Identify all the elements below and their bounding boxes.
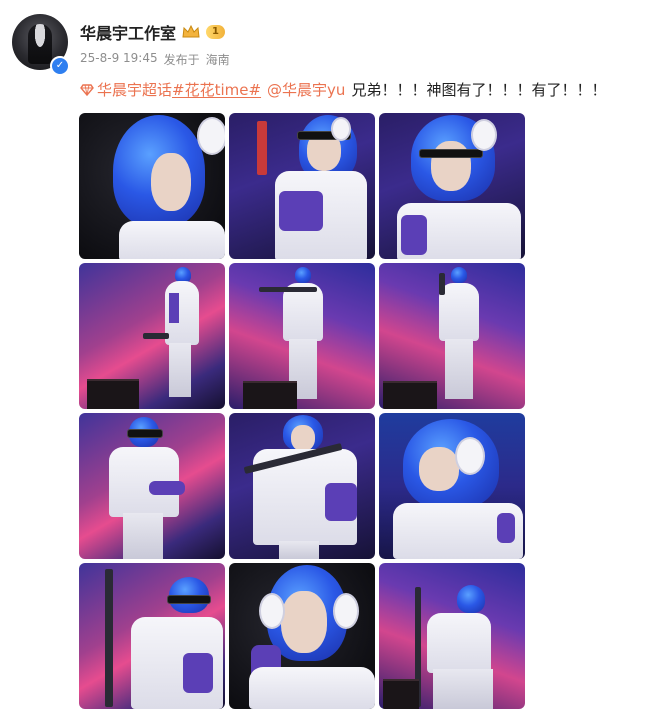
post-location: 海南: [205, 53, 230, 67]
hashtag-link[interactable]: #花花time#: [172, 79, 261, 100]
photo-9[interactable]: [379, 413, 525, 559]
diamond-topic-icon: [80, 83, 94, 96]
mention-link[interactable]: @华晨宇yu: [267, 79, 345, 100]
photo-2[interactable]: [229, 113, 375, 259]
post-text: 兄弟！！！神图有了！！！有了！！！: [351, 81, 607, 99]
source-prefix: 发布于: [163, 53, 200, 67]
avatar-figure: [28, 24, 52, 64]
post-timestamp[interactable]: 25-8-9 19:45: [80, 51, 158, 68]
level-badge: 1: [206, 25, 225, 39]
crown-icon: [182, 25, 200, 38]
photo-8[interactable]: [229, 413, 375, 559]
weibo-post: ✓ 华晨宇工作室 1 25-8-9 19:45 发布于 海南 华晨宇超话 #花花…: [0, 0, 649, 716]
meta-row: 25-8-9 19:45 发布于 海南: [80, 51, 230, 68]
username[interactable]: 华晨宇工作室: [80, 20, 176, 44]
photo-1[interactable]: [79, 113, 225, 259]
photo-grid: [79, 113, 525, 709]
photo-10[interactable]: [79, 563, 225, 709]
photo-12[interactable]: [379, 563, 525, 709]
verified-badge-icon: ✓: [50, 56, 70, 76]
photo-3[interactable]: [379, 113, 525, 259]
photo-6[interactable]: [379, 263, 525, 409]
name-row: 华晨宇工作室 1: [80, 20, 225, 44]
photo-4[interactable]: [79, 263, 225, 409]
photo-7[interactable]: [79, 413, 225, 559]
topic-link[interactable]: 华晨宇超话: [97, 79, 172, 100]
photo-11[interactable]: [229, 563, 375, 709]
photo-5[interactable]: [229, 263, 375, 409]
post-content: 华晨宇超话 #花花time# @华晨宇yu 兄弟！！！神图有了！！！有了！！！: [80, 79, 606, 100]
